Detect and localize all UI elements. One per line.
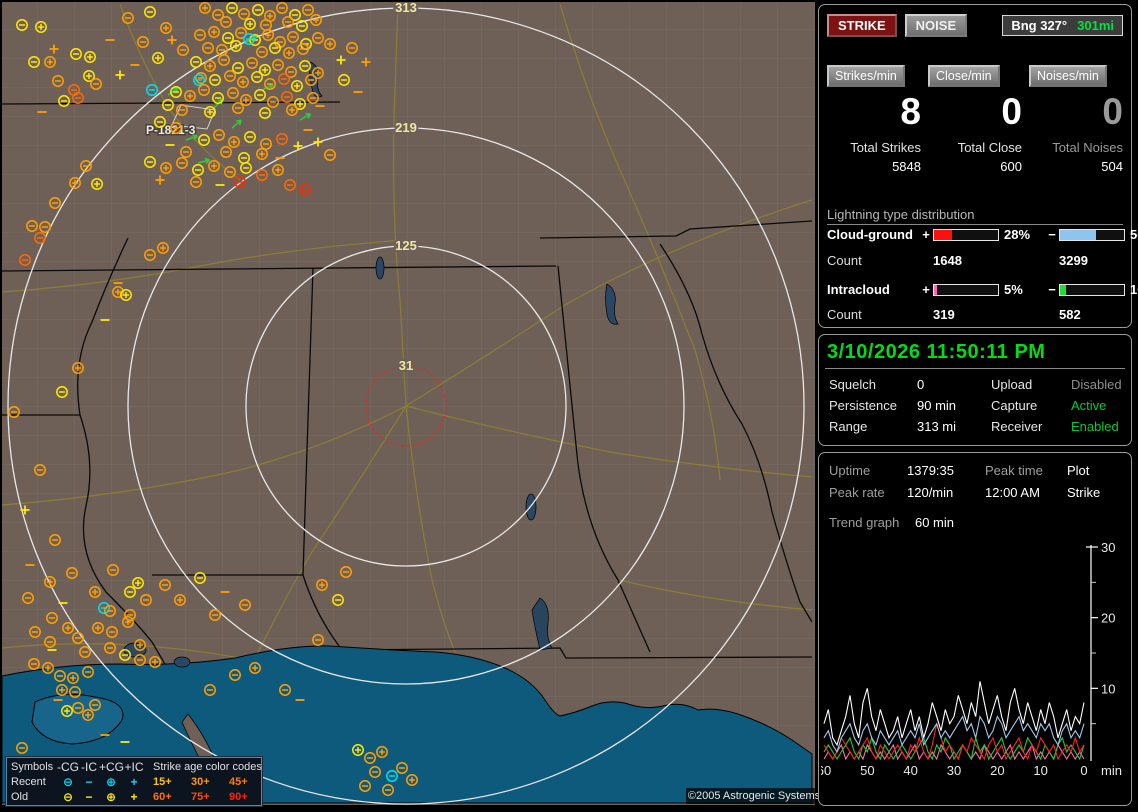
legend-row: Old ⊖ − ⊕ +60+ 75+ 90+ <box>11 790 248 804</box>
svg-text:219: 219 <box>395 120 417 135</box>
grid-cell: Disabled <box>1071 377 1122 392</box>
trend-graph-row: Trend graph 60 min <box>829 515 954 530</box>
close-column: Close/min 0 Total Close 600 <box>928 65 1022 174</box>
strikes-per-min-value: 8 <box>900 91 921 132</box>
noises-per-min-button[interactable]: Noises/min <box>1029 65 1107 87</box>
grid-cell: Receiver <box>991 419 1043 434</box>
rate-stats: Strikes/min 8 Total Strikes 5848 Close/m… <box>827 65 1123 174</box>
total-strikes-label: Total Strikes <box>850 140 921 155</box>
close-per-min-button[interactable]: Close/min <box>928 65 1000 87</box>
legend-row: Recent ⊖ − ⊕ +15+ 30+ 45+ <box>11 775 248 789</box>
svg-text:20: 20 <box>990 763 1004 778</box>
svg-text:125: 125 <box>395 238 417 253</box>
map-legend: Symbols -CG -IC +CG +IC Strike age color… <box>6 757 262 806</box>
cg-plus-count: 1648 <box>933 253 962 268</box>
grid-cell: 120/min <box>907 485 954 500</box>
grid-cell: Range <box>829 419 868 434</box>
svg-text:313: 313 <box>395 2 417 15</box>
ic-plus-bar <box>933 283 999 296</box>
strikes-column: Strikes/min 8 Total Strikes 5848 <box>827 65 921 174</box>
grid-cell: Plot <box>1067 463 1090 478</box>
distribution-title: Lightning type distribution <box>827 207 1123 225</box>
status-panel: 3/10/2026 11:50:11 PM Squelch 0 Upload Disa… <box>818 334 1132 446</box>
close-per-min-value: 0 <box>1001 91 1022 132</box>
ic-minus-count: 582 <box>1059 307 1081 322</box>
svg-text:50: 50 <box>860 763 874 778</box>
ic-plus-count: 319 <box>933 307 955 322</box>
svg-text:31: 31 <box>399 358 413 373</box>
svg-text:30: 30 <box>1101 540 1115 555</box>
grid-cell: Capture <box>991 398 1038 413</box>
noises-column: Noises/min 0 Total Noises 504 <box>1029 65 1123 174</box>
trend-graph-chart: 10 20 30 60 50 40 30 20 10 0 min <box>821 540 1122 778</box>
legend-symbols-header: Symbols <box>11 761 54 773</box>
svg-text:min: min <box>1101 763 1122 778</box>
grid-cell: Peak rate <box>829 485 885 500</box>
total-strikes-value: 5848 <box>892 159 921 174</box>
cg-plus-bar <box>933 228 999 241</box>
grid-cell: 313 mi <box>917 419 957 434</box>
svg-text:30: 30 <box>947 763 961 778</box>
lightning-map[interactable]: 313 219 125 31 P-1821-3 Symbols -CG -IC +CG… <box>2 2 822 806</box>
cloud-ground-count-row: Count 1648 3299 <box>827 253 1127 268</box>
copyright-text: ©2005 Astrogenic Systems <box>686 788 822 804</box>
grid-cell: Persistence <box>829 398 897 413</box>
intracloud-count-row: Count 319 582 <box>827 307 1127 322</box>
session-grid: Uptime 1379:35 Peak time Plot Peak rate 120/m… <box>829 463 1125 500</box>
cg-minus-bar <box>1059 228 1125 241</box>
grid-cell: Upload <box>991 377 1033 392</box>
ic-minus-bar <box>1059 283 1125 296</box>
grid-cell: Squelch <box>829 377 876 392</box>
cloud-ground-row: Cloud-ground + 28% − 56% <box>827 227 1138 242</box>
grid-cell: 0 <box>917 377 925 392</box>
cg-minus-count: 3299 <box>1059 253 1088 268</box>
map-canvas[interactable]: 31321912531 P-1821-3 <box>2 2 815 805</box>
svg-text:20: 20 <box>1101 611 1115 626</box>
legend-age-header: Strike age color codes <box>153 761 262 773</box>
bearing-readout: Bng 327° 301mi <box>1002 14 1123 36</box>
total-noises-value: 504 <box>1101 159 1123 174</box>
bearing-range: 301mi <box>1077 17 1114 33</box>
total-noises-label: Total Noises <box>1052 140 1123 155</box>
grid-cell: 90 min <box>917 398 957 413</box>
bearing-label: Bng 327° <box>1011 17 1068 33</box>
total-close-value: 600 <box>1000 159 1022 174</box>
legend-header-row: Symbols -CG -IC +CG +IC Strike age color… <box>11 760 262 775</box>
grid-cell: Strike <box>1067 485 1101 500</box>
datetime-display: 3/10/2026 11:50:11 PM <box>827 341 1046 363</box>
grid-cell: Peak time <box>985 463 1043 478</box>
noises-per-min-value: 0 <box>1102 91 1123 132</box>
session-panel: Uptime 1379:35 Peak time Plot Peak rate 120/m… <box>818 452 1132 806</box>
grid-cell: 1379:35 <box>907 463 954 478</box>
intracloud-row: Intracloud + 5% − 10% <box>827 282 1138 297</box>
trend-graph-value: 60 min <box>914 515 954 530</box>
noise-button[interactable]: NOISE <box>904 13 968 37</box>
grid-cell: Active <box>1071 398 1107 413</box>
svg-text:10: 10 <box>1101 681 1115 696</box>
grid-cell: Uptime <box>829 463 871 478</box>
app-window: 313 219 125 31 P-1821-3 Symbols -CG -IC +CG… <box>0 0 1138 812</box>
status-grid: Squelch 0 Upload Disabled Persistence 90 min C… <box>829 377 1125 434</box>
svg-text:10: 10 <box>1033 763 1047 778</box>
strike-button[interactable]: STRIKE <box>827 13 897 37</box>
strike-stats-panel: STRIKE NOISE Bng 327° 301mi Strikes/min 8… <box>818 4 1138 328</box>
svg-text:60: 60 <box>821 763 831 778</box>
total-close-label: Total Close <box>957 140 1022 155</box>
svg-text:40: 40 <box>903 763 917 778</box>
grid-cell: Enabled <box>1071 419 1119 434</box>
strikes-per-min-button[interactable]: Strikes/min <box>827 65 905 87</box>
svg-text:0: 0 <box>1080 763 1087 778</box>
grid-cell: 12:00 AM <box>985 485 1040 500</box>
divider <box>825 368 1125 369</box>
trend-graph-label: Trend graph <box>829 515 900 530</box>
